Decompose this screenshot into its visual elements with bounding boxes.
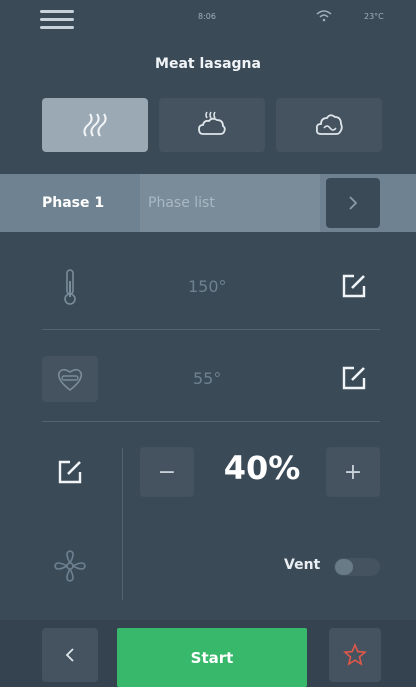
divider: [42, 421, 380, 422]
steam-cloud-icon: [198, 111, 226, 135]
fan-decrease-button[interactable]: −: [140, 447, 194, 497]
edit-fan-icon[interactable]: [56, 458, 84, 486]
fan-speed-value: 40%: [223, 449, 301, 487]
wifi-icon: [316, 10, 332, 22]
favorite-button[interactable]: [329, 628, 381, 682]
core-probe-value: 55°: [193, 369, 222, 388]
vent-toggle[interactable]: [334, 558, 380, 576]
vent-toggle-knob: [335, 559, 353, 575]
fan-increase-button[interactable]: +: [326, 447, 380, 497]
mode-combi-button[interactable]: [276, 98, 382, 152]
start-button[interactable]: Start: [117, 628, 307, 687]
page-title: Meat lasagna: [155, 56, 261, 72]
heat-waves-icon: [83, 113, 107, 137]
chevron-right-icon: [349, 196, 358, 210]
star-icon: [343, 643, 367, 666]
vent-label: Vent: [284, 557, 321, 573]
thermometer-icon: [42, 264, 98, 310]
edit-core-probe-icon[interactable]: [340, 364, 368, 392]
back-button[interactable]: [42, 628, 98, 682]
status-time: 8:06: [198, 12, 216, 21]
combi-cloud-icon: [315, 114, 343, 135]
core-probe-icon: [42, 356, 98, 402]
divider: [42, 329, 380, 330]
phase-next-button[interactable]: [326, 178, 380, 228]
fan-icon: [54, 550, 86, 582]
tab-phase-1[interactable]: Phase 1: [42, 174, 104, 232]
menu-icon[interactable]: [40, 8, 74, 30]
tab-phase-list[interactable]: Phase list: [148, 174, 215, 232]
edit-temperature-icon[interactable]: [340, 272, 368, 300]
mode-convection-button[interactable]: [42, 98, 148, 152]
status-temperature: 23°C: [364, 12, 384, 21]
vertical-divider: [122, 448, 123, 600]
mode-steam-button[interactable]: [159, 98, 265, 152]
chevron-left-icon: [65, 648, 74, 662]
temperature-value: 150°: [188, 277, 227, 296]
